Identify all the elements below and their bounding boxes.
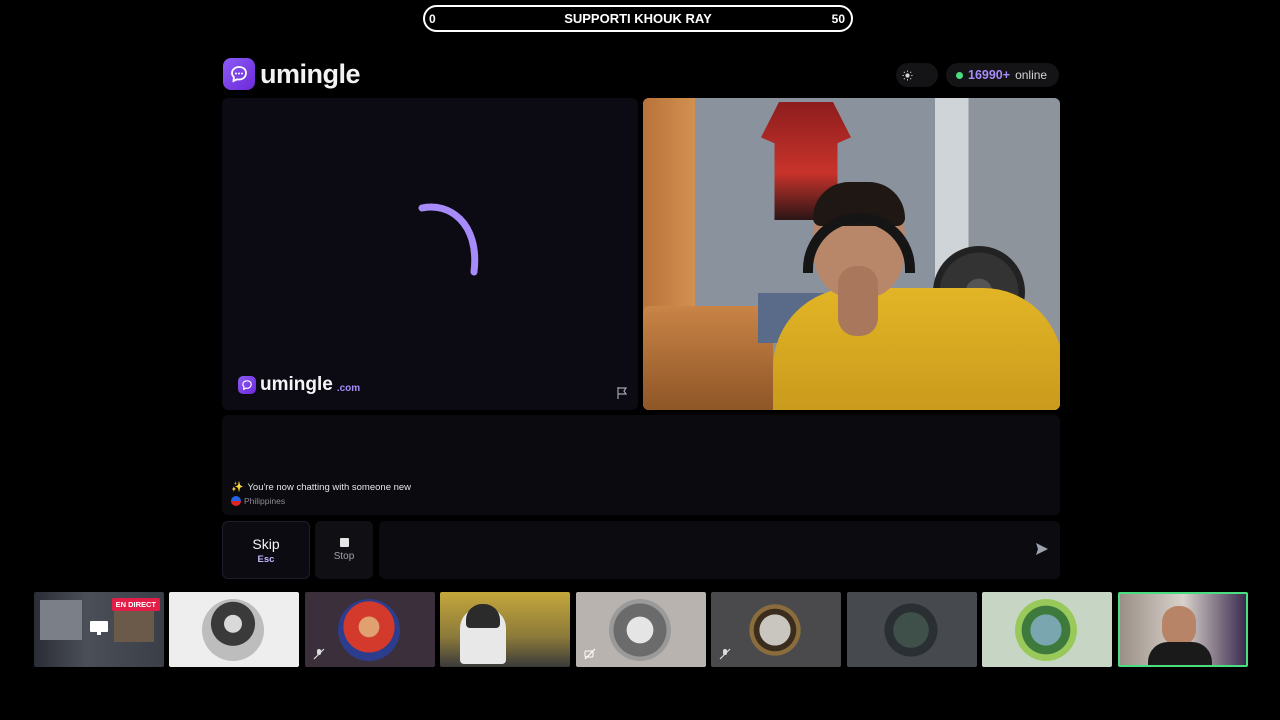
thumbnail-stream-5[interactable] bbox=[576, 592, 706, 667]
system-message-text: You're now chatting with someone new bbox=[247, 482, 412, 493]
camera-person-shirt bbox=[773, 288, 1060, 410]
online-count: 16990+ bbox=[968, 68, 1011, 82]
skip-shortcut: Esc bbox=[257, 553, 275, 565]
muted-mic-icon bbox=[719, 648, 731, 660]
send-icon[interactable] bbox=[1034, 541, 1050, 557]
avatar bbox=[338, 599, 400, 661]
banner-title: SUPPORTI KHOUK RAY bbox=[564, 11, 712, 26]
thumbnail-image bbox=[1148, 642, 1212, 665]
camera-bed bbox=[643, 306, 773, 410]
online-status-dot bbox=[956, 71, 963, 79]
avatar bbox=[1015, 599, 1077, 661]
chat-log: ✨ You're now chatting with someone new P… bbox=[222, 415, 1060, 515]
avatar bbox=[609, 599, 671, 661]
muted-mic-icon bbox=[313, 648, 325, 660]
report-flag-icon[interactable] bbox=[616, 386, 628, 400]
system-message: ✨ You're now chatting with someone new bbox=[231, 482, 411, 493]
app-root: 0 SUPPORTI KHOUK RAY 50 umingle 16990+ o… bbox=[0, 0, 1280, 720]
chat-bubble-icon bbox=[238, 376, 256, 394]
thumbnail-image bbox=[466, 604, 500, 628]
camera-person-hand bbox=[838, 266, 878, 336]
country-flag-icon bbox=[231, 496, 241, 506]
loading-spinner-icon bbox=[418, 203, 479, 276]
screen-share-icon bbox=[90, 621, 108, 635]
message-input[interactable] bbox=[379, 521, 1060, 579]
brand-logo[interactable]: umingle bbox=[223, 58, 361, 90]
thumbnail-stream-9[interactable] bbox=[1118, 592, 1248, 667]
thumbnail-stream-8[interactable] bbox=[982, 592, 1112, 667]
thumbnail-image bbox=[40, 600, 82, 640]
online-label: online bbox=[1015, 68, 1048, 82]
banner-left-value: 0 bbox=[429, 11, 436, 26]
camera-door bbox=[643, 98, 695, 328]
stop-label: Stop bbox=[333, 551, 355, 562]
support-progress-banner: 0 SUPPORTI KHOUK RAY 50 bbox=[423, 5, 853, 32]
stream-thumbnails: EN DIRECT bbox=[34, 592, 1248, 668]
umingle-watermark: umingle .com bbox=[238, 374, 360, 396]
chat-bubble-icon bbox=[223, 58, 255, 90]
theme-toggle[interactable] bbox=[896, 63, 938, 87]
skip-label: Skip bbox=[252, 535, 280, 552]
avatar bbox=[202, 599, 264, 661]
thumbnail-stream-3[interactable] bbox=[305, 592, 435, 667]
avatar bbox=[744, 599, 806, 661]
avatar bbox=[880, 599, 942, 661]
live-badge: EN DIRECT bbox=[111, 598, 160, 611]
skip-button[interactable]: Skip Esc bbox=[222, 521, 310, 579]
camera-off-icon bbox=[584, 648, 596, 660]
thumbnail-stream-6[interactable] bbox=[711, 592, 841, 667]
country-name: Philippines bbox=[244, 496, 286, 506]
sun-icon bbox=[902, 69, 913, 81]
stop-icon bbox=[339, 538, 349, 547]
online-count-badge: 16990+ online bbox=[946, 63, 1060, 87]
thumbnail-stream-2[interactable] bbox=[169, 592, 299, 667]
stranger-country: Philippines bbox=[231, 496, 285, 506]
self-video-pane bbox=[643, 98, 1060, 410]
stop-button[interactable]: Stop bbox=[315, 521, 373, 579]
banner-right-value: 50 bbox=[831, 11, 845, 26]
watermark-domain: .com bbox=[336, 382, 361, 394]
thumbnail-stream-1[interactable]: EN DIRECT bbox=[34, 592, 164, 667]
watermark-brand: umingle bbox=[260, 374, 333, 395]
thumbnail-stream-4[interactable] bbox=[440, 592, 570, 667]
brand-name: umingle bbox=[260, 58, 361, 89]
sparkle-icon: ✨ bbox=[231, 482, 244, 493]
thumbnail-stream-7[interactable] bbox=[847, 592, 977, 667]
thumbnail-image bbox=[1162, 606, 1196, 646]
